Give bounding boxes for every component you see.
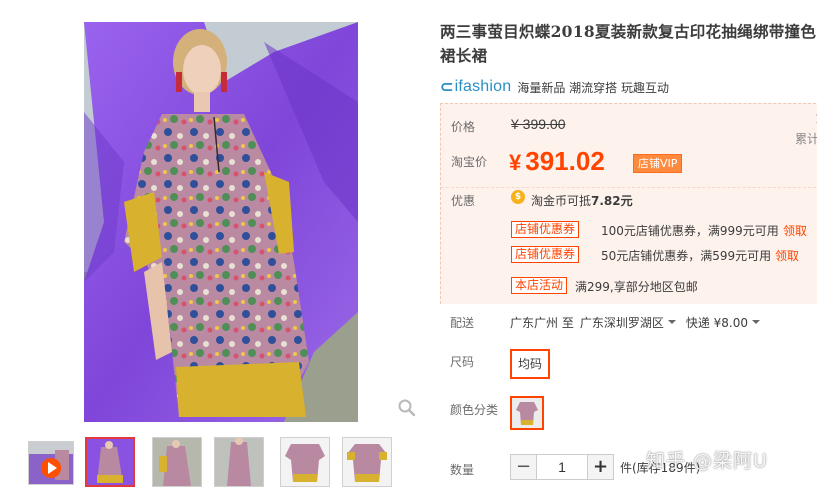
accum-label: 累计 (795, 132, 817, 146)
coin-discount: 淘金币可抵7.82元 (531, 194, 633, 208)
vip-badge[interactable]: 店铺VIP (633, 154, 683, 173)
watermark: 知乎 @梁阿U (646, 450, 768, 472)
delivery-label: 配送 (450, 316, 475, 330)
thumbnail-2[interactable] (152, 437, 202, 487)
coin-icon: $ (511, 190, 525, 204)
color-label: 颜色分类 (450, 403, 499, 417)
store-activity-tag[interactable]: 本店活动 (511, 277, 568, 294)
coupon-claim-link-1[interactable]: 领取 (783, 222, 807, 239)
delivery-destination[interactable]: 广东深圳罗湖区 (580, 314, 664, 331)
thumbnail-5[interactable] (342, 437, 392, 487)
promotion-label: 优惠 (451, 194, 476, 208)
size-option-one-size[interactable]: 均码 (510, 349, 551, 379)
original-price-label: 价格 (451, 120, 476, 134)
delivery-from: 广东广州 至 (510, 316, 574, 330)
coupon-claim-link-2[interactable]: 领取 (775, 247, 799, 264)
thumbnail-1[interactable] (85, 437, 135, 487)
coupon-tag-2[interactable]: 店铺优惠券 (511, 246, 580, 263)
size-label: 尺码 (450, 355, 475, 369)
store-activity-text: 满299,享部分地区包邮 (575, 280, 698, 294)
thumbnail-4[interactable] (280, 437, 330, 487)
increase-quantity-button[interactable]: + (587, 454, 614, 480)
thumbnail-3[interactable] (214, 437, 264, 487)
ifashion-logo[interactable]: ⊂ ifashion (440, 77, 511, 97)
taobao-price-label: 淘宝价 (451, 155, 488, 169)
video-thumbnail[interactable] (28, 441, 74, 485)
coupon-tag-1[interactable]: 店铺优惠券 (511, 221, 580, 238)
divider (441, 187, 817, 188)
original-price: ¥ 399.00 (511, 116, 566, 132)
product-title: 两三事萤目炽蝶2018夏装新款复古印花抽绳绑带撞色裙长裙 (440, 22, 817, 65)
coupon-text-1: 100元店铺优惠券，满999元可用 (601, 224, 779, 238)
chevron-down-icon[interactable] (667, 320, 676, 324)
decrease-quantity-button[interactable]: − (510, 454, 537, 480)
model-in-dress-photo (84, 22, 358, 422)
coupon-text-2: 50元店铺优惠券，满599元可用 (601, 249, 772, 263)
magnifier-icon[interactable] (397, 398, 417, 418)
main-product-image[interactable] (84, 22, 358, 422)
brand-row: ⊂ ifashion 海量新品 潮流穿搭 玩趣互动 (440, 76, 669, 98)
quantity-input[interactable] (537, 454, 587, 480)
thumbnail-strip (28, 437, 392, 489)
price-panel: 价格 ¥ 399.00 1 累计 淘宝价 ¥391.02 店铺VIP 优惠 $ … (440, 103, 817, 304)
delivery-row: 广东广州 至 广东深圳罗湖区 快递 ¥8.00 (510, 314, 770, 331)
delivery-method[interactable]: 快递 ¥8.00 (686, 314, 748, 331)
product-subtitle: 海量新品 潮流穿搭 玩趣互动 (517, 80, 669, 95)
quantity-label: 数量 (450, 463, 475, 477)
chevron-down-icon[interactable] (752, 320, 761, 324)
color-option-floral[interactable] (510, 396, 544, 430)
taobao-price: ¥391.02 (509, 146, 605, 176)
